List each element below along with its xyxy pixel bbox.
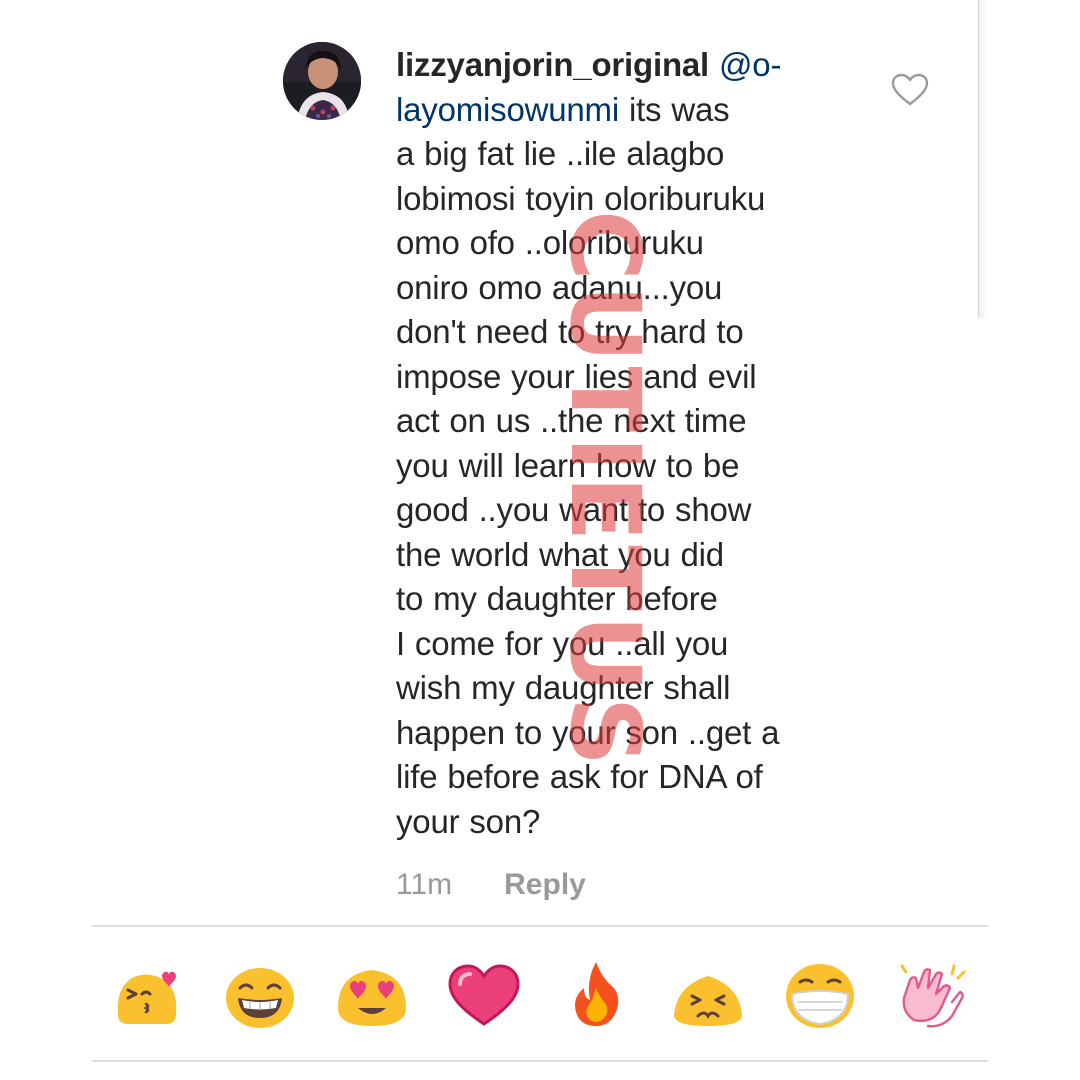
like-button[interactable] bbox=[890, 72, 930, 108]
comment-text-line: happen to your son ..get a bbox=[396, 713, 780, 751]
heart-eyes-icon bbox=[338, 970, 406, 1026]
comment-text-line: to my daughter before bbox=[396, 580, 718, 617]
comment-text-line: you will learn how to be bbox=[396, 446, 740, 484]
kissing-heart-emoji[interactable] bbox=[110, 958, 186, 1034]
pink-heart-emoji[interactable] bbox=[446, 958, 522, 1034]
fire-emoji[interactable] bbox=[558, 958, 634, 1034]
avatar-image bbox=[283, 42, 361, 120]
comment-body: lizzyanjorin_original @o- layomisowunmi … bbox=[396, 43, 866, 844]
comment-text-line: life before ask for DNA of bbox=[396, 758, 763, 795]
persevering-icon bbox=[674, 976, 742, 1026]
comment-text-line: wish my daughter shall bbox=[396, 669, 731, 706]
comment-item: lizzyanjorin_original @o- layomisowunmi … bbox=[0, 0, 1080, 920]
comment-mention-part1[interactable]: @o- bbox=[719, 46, 781, 83]
emoji-bar-top-divider bbox=[92, 925, 988, 927]
persevering-emoji[interactable] bbox=[670, 958, 746, 1034]
emoji-bar-bottom-divider bbox=[92, 1060, 988, 1062]
comment-mention-part2[interactable]: layomisowunmi bbox=[396, 91, 619, 128]
comment-text-line: omo ofo ..oloriburuku bbox=[396, 224, 704, 261]
comment-text-line: impose your lies and evil bbox=[396, 357, 757, 395]
clapping-hands-icon bbox=[900, 964, 966, 1028]
comment-text-line: act on us ..the next time bbox=[396, 402, 747, 439]
comment-text-line: the world what you did bbox=[396, 535, 724, 573]
emoji-quick-reaction-bar bbox=[92, 928, 988, 1058]
comment-meta: 11m Reply bbox=[396, 868, 586, 902]
comment-text-line: oniro omo adanu...you bbox=[396, 268, 723, 306]
comment-screen: lizzyanjorin_original @o- layomisowunmi … bbox=[0, 0, 1080, 1080]
comment-text-line: lobimosi toyin oloriburuku bbox=[396, 179, 766, 217]
comment-text-line: your son? bbox=[396, 802, 541, 840]
comment-line-1: lizzyanjorin_original @o- bbox=[396, 43, 866, 88]
heart-eyes-emoji[interactable] bbox=[334, 958, 410, 1034]
comment-text-line: good ..you want to show bbox=[396, 491, 752, 528]
comment-text-line: its was bbox=[628, 90, 730, 128]
grinning-icon bbox=[226, 968, 294, 1028]
heart-outline-icon bbox=[891, 73, 929, 106]
clapping-hands-emoji[interactable] bbox=[894, 958, 970, 1034]
avatar[interactable] bbox=[283, 42, 361, 120]
medical-mask-emoji[interactable] bbox=[782, 958, 858, 1034]
medical-mask-icon bbox=[786, 964, 854, 1028]
reply-button[interactable]: Reply bbox=[504, 868, 586, 901]
comment-text-line: a big fat lie ..ile alagbo bbox=[396, 135, 725, 172]
pink-heart-icon bbox=[448, 964, 520, 1026]
kissing-heart-icon bbox=[117, 971, 177, 1024]
comment-text-line: I come for you ..all you bbox=[396, 624, 729, 662]
comment-line-2: layomisowunmi its was bbox=[396, 88, 866, 133]
comment-timestamp: 11m bbox=[396, 868, 453, 901]
comment-text-line: don't need to try hard to bbox=[396, 313, 744, 350]
grinning-emoji[interactable] bbox=[222, 958, 298, 1034]
comment-username[interactable]: lizzyanjorin_original bbox=[396, 46, 709, 83]
fire-icon bbox=[575, 962, 619, 1026]
